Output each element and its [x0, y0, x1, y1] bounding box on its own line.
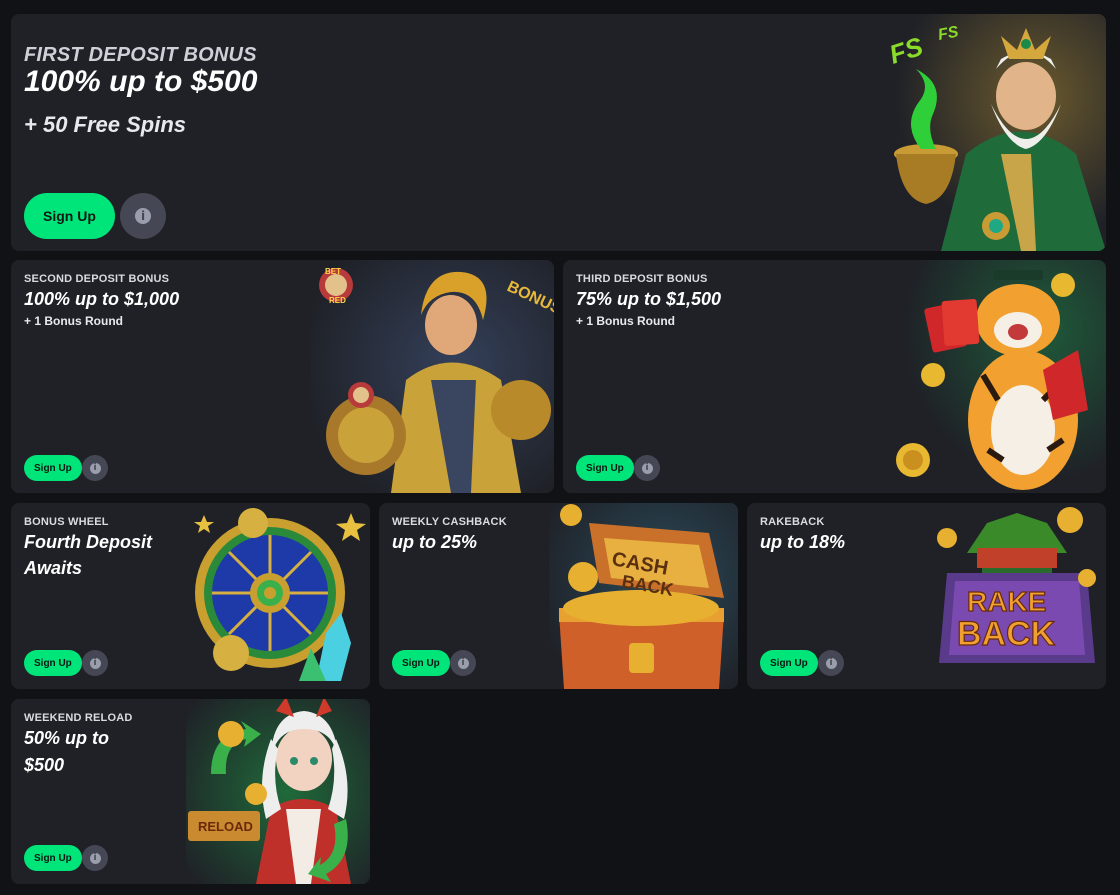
sage-character-illustration: FS FS — [871, 14, 1106, 251]
card-headline-line2: Awaits — [24, 558, 83, 578]
card-headline: 75% up to $1,500 — [576, 289, 722, 309]
sign-up-button[interactable]: Sign Up — [760, 650, 818, 676]
info-icon: i — [135, 208, 151, 224]
card-eyebrow: RAKEBACK — [760, 516, 825, 528]
card-eyebrow: THIRD DEPOSIT BONUS — [576, 273, 708, 285]
info-icon: i — [457, 657, 469, 669]
rake-text: RAKE — [967, 586, 1046, 617]
info-icon: i — [89, 852, 101, 864]
info-button[interactable]: i — [82, 650, 108, 676]
sign-up-button[interactable]: Sign Up — [24, 845, 82, 871]
card-headline: up to 18% — [760, 532, 846, 552]
card-subline: + 50 Free Spins — [24, 112, 187, 137]
card-headline-line1: Fourth Deposit — [24, 532, 152, 552]
sign-up-button[interactable]: Sign Up — [24, 193, 115, 239]
info-icon: i — [641, 462, 653, 474]
card-headline-line2: $500 — [24, 755, 65, 775]
sign-up-button[interactable]: Sign Up — [392, 650, 450, 676]
info-icon: i — [89, 657, 101, 669]
fs-badge-small: FS — [937, 24, 960, 44]
sign-up-button[interactable]: Sign Up — [576, 455, 634, 481]
back-text: BACK — [957, 615, 1056, 653]
card-eyebrow: SECOND DEPOSIT BONUS — [24, 273, 170, 285]
card-headline: 100% up to $500 — [24, 65, 258, 98]
card-headline-line1: 50% up to — [24, 728, 110, 748]
info-button[interactable]: i — [120, 193, 166, 239]
sign-up-button[interactable]: Sign Up — [24, 650, 82, 676]
weekly-cashback-card: WEEKLY CASHBACK up to 25% Sign Up i CASH… — [379, 503, 738, 689]
info-button[interactable]: i — [818, 650, 844, 676]
fox-girl-character-illustration: RELOAD — [186, 699, 370, 884]
sign-up-button[interactable]: Sign Up — [24, 455, 82, 481]
reload-sign-text: RELOAD — [198, 819, 253, 834]
treasure-chest-illustration: CASH BACK — [549, 503, 738, 689]
rakeback-logo-illustration: RAKE BACK — [927, 503, 1106, 689]
info-button[interactable]: i — [450, 650, 476, 676]
card-eyebrow: WEEKEND RELOAD — [24, 712, 133, 724]
first-deposit-card: FIRST DEPOSIT BONUS 100% up to $500 + 50… — [11, 14, 1106, 251]
card-headline: 100% up to $1,000 — [24, 289, 180, 309]
weekend-reload-card: WEEKEND RELOAD 50% up to $500 Sign Up i — [11, 699, 370, 884]
info-icon: i — [89, 462, 101, 474]
bet-chip-label: BET — [325, 267, 341, 276]
card-eyebrow: WEEKLY CASHBACK — [392, 516, 507, 528]
info-icon: i — [825, 657, 837, 669]
tiger-character-illustration — [893, 260, 1106, 493]
info-button[interactable]: i — [634, 455, 660, 481]
bonus-wheel-card: BONUS WHEEL Fourth Deposit Awaits Sign U… — [11, 503, 370, 689]
info-button[interactable]: i — [82, 845, 108, 871]
rakeback-card: RAKEBACK up to 18% Sign Up i RAKE BACK — [747, 503, 1106, 689]
card-subline: + 1 Bonus Round — [24, 314, 123, 328]
card-headline: up to 25% — [392, 532, 478, 552]
third-deposit-card: THIRD DEPOSIT BONUS 75% up to $1,500 + 1… — [563, 260, 1106, 493]
bonus-wheel-illustration — [191, 503, 370, 689]
second-deposit-card: SECOND DEPOSIT BONUS 100% up to $1,000 +… — [11, 260, 554, 493]
knight-character-illustration: BET RED BONUS — [311, 260, 554, 493]
red-chip-label: RED — [329, 296, 346, 305]
card-eyebrow: BONUS WHEEL — [24, 516, 109, 528]
info-button[interactable]: i — [82, 455, 108, 481]
card-subline: + 1 Bonus Round — [576, 314, 675, 328]
